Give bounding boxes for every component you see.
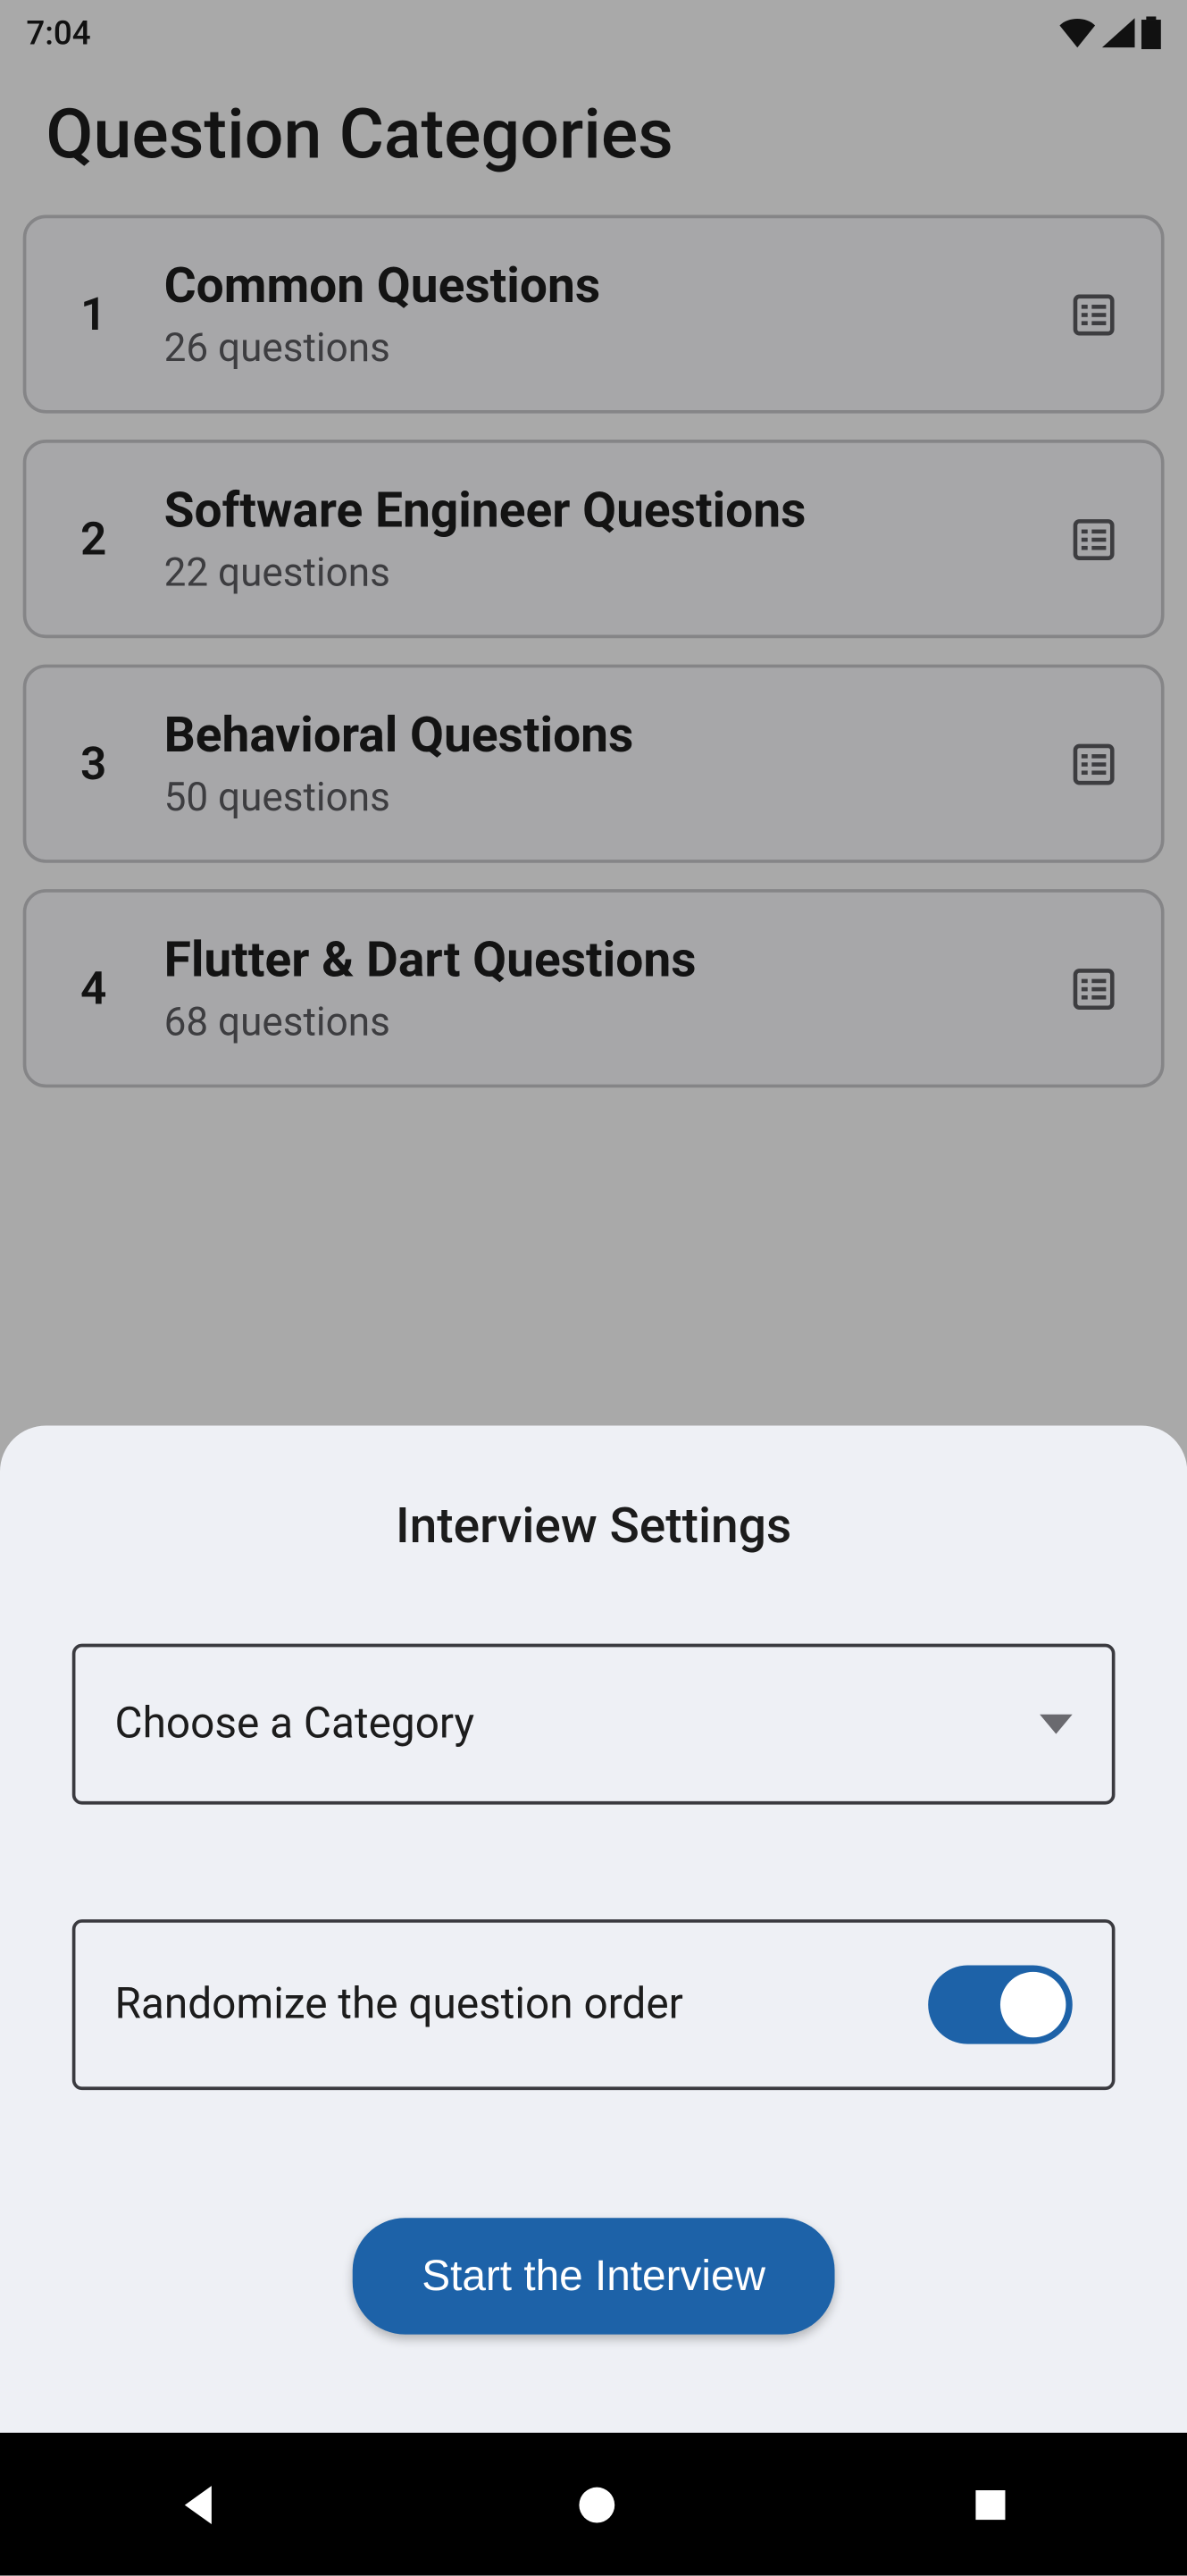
randomize-label: Randomize the question order <box>115 1980 683 2029</box>
randomize-switch[interactable] <box>928 1966 1073 2044</box>
start-interview-button[interactable]: Start the Interview <box>353 2218 834 2334</box>
recents-icon[interactable] <box>971 2485 1010 2524</box>
randomize-row: Randomize the question order <box>72 1919 1116 2090</box>
android-navbar <box>0 2433 1187 2576</box>
dropdown-placeholder: Choose a Category <box>115 1699 475 1749</box>
interview-settings-sheet: Interview Settings Choose a Category Ran… <box>0 1425 1187 2432</box>
back-icon[interactable] <box>177 2481 222 2527</box>
category-dropdown[interactable]: Choose a Category <box>72 1644 1116 1805</box>
sheet-title: Interview Settings <box>72 1498 1116 1555</box>
home-icon[interactable] <box>575 2483 618 2526</box>
chevron-down-icon <box>1040 1715 1073 1734</box>
